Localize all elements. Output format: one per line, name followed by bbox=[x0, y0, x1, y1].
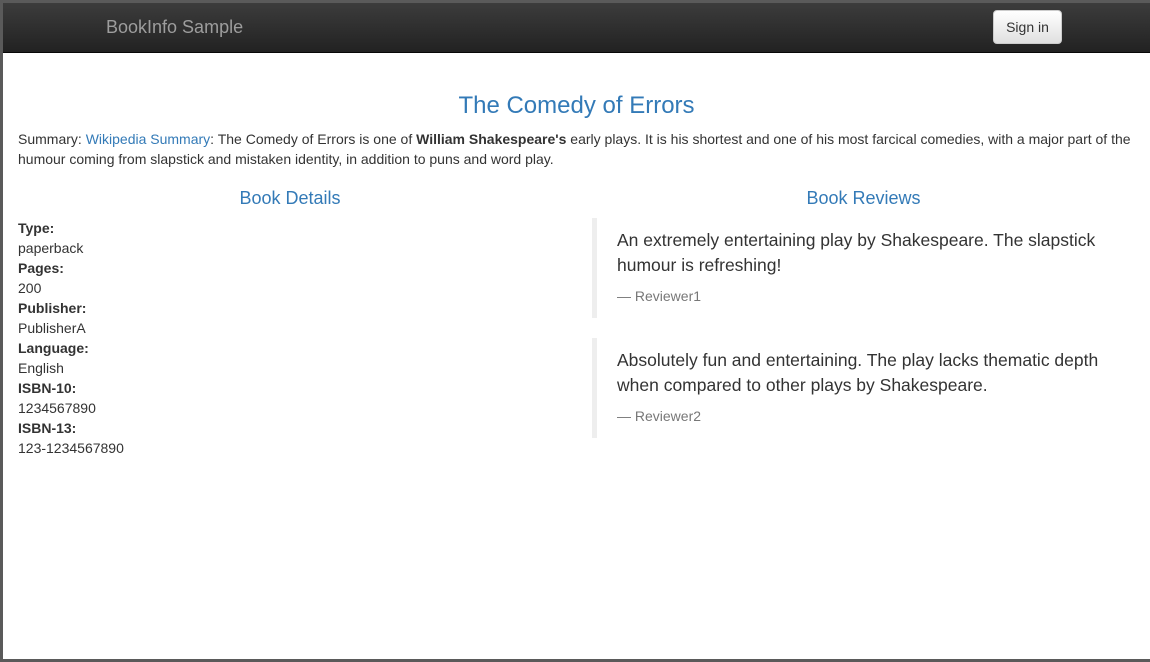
book-title: The Comedy of Errors bbox=[458, 92, 695, 119]
detail-value-isbn10: 1234567890 bbox=[18, 400, 96, 416]
book-summary: Summary: Wikipedia Summary: The Comedy o… bbox=[18, 129, 1143, 169]
browser-viewport: BookInfo Sample Sign in The Comedy of Er… bbox=[3, 3, 1150, 659]
detail-value-type: paperback bbox=[18, 240, 84, 256]
book-details-heading: Book Details bbox=[239, 188, 341, 208]
detail-value-publisher: PublisherA bbox=[18, 320, 86, 336]
review-text: Absolutely fun and entertaining. The pla… bbox=[617, 350, 1099, 395]
review-blockquote: Absolutely fun and entertaining. The pla… bbox=[592, 338, 1132, 438]
summary-author: William Shakespeare's bbox=[416, 131, 567, 147]
top-navbar: BookInfo Sample Sign in bbox=[3, 3, 1150, 53]
review-blockquote: An extremely entertaining play by Shakes… bbox=[592, 218, 1132, 318]
detail-label-pages: Pages: bbox=[18, 260, 64, 276]
book-reviews-heading: Book Reviews bbox=[806, 188, 921, 208]
summary-text-part1: : The Comedy of Errors is one of bbox=[210, 131, 417, 147]
detail-label-language: Language: bbox=[18, 340, 89, 356]
wikipedia-summary-link[interactable]: Wikipedia Summary bbox=[86, 131, 210, 147]
review-text: An extremely entertaining play by Shakes… bbox=[617, 230, 1096, 275]
detail-value-isbn13: 123-1234567890 bbox=[18, 440, 124, 456]
detail-label-type: Type: bbox=[18, 220, 55, 236]
detail-value-language: English bbox=[18, 360, 64, 376]
book-details-list: Type: paperback Pages: 200 Publisher: Pu… bbox=[18, 218, 558, 458]
detail-value-pages: 200 bbox=[18, 280, 42, 296]
detail-label-publisher: Publisher: bbox=[18, 300, 87, 316]
sign-in-button[interactable]: Sign in bbox=[993, 10, 1062, 44]
brand-link[interactable]: BookInfo Sample bbox=[106, 17, 243, 37]
summary-label: Summary: bbox=[18, 131, 86, 147]
detail-label-isbn13: ISBN-13: bbox=[18, 420, 77, 436]
reviewer-name: — Reviewer2 bbox=[617, 408, 702, 424]
detail-label-isbn10: ISBN-10: bbox=[18, 380, 77, 396]
reviewer-name: — Reviewer1 bbox=[617, 288, 702, 304]
